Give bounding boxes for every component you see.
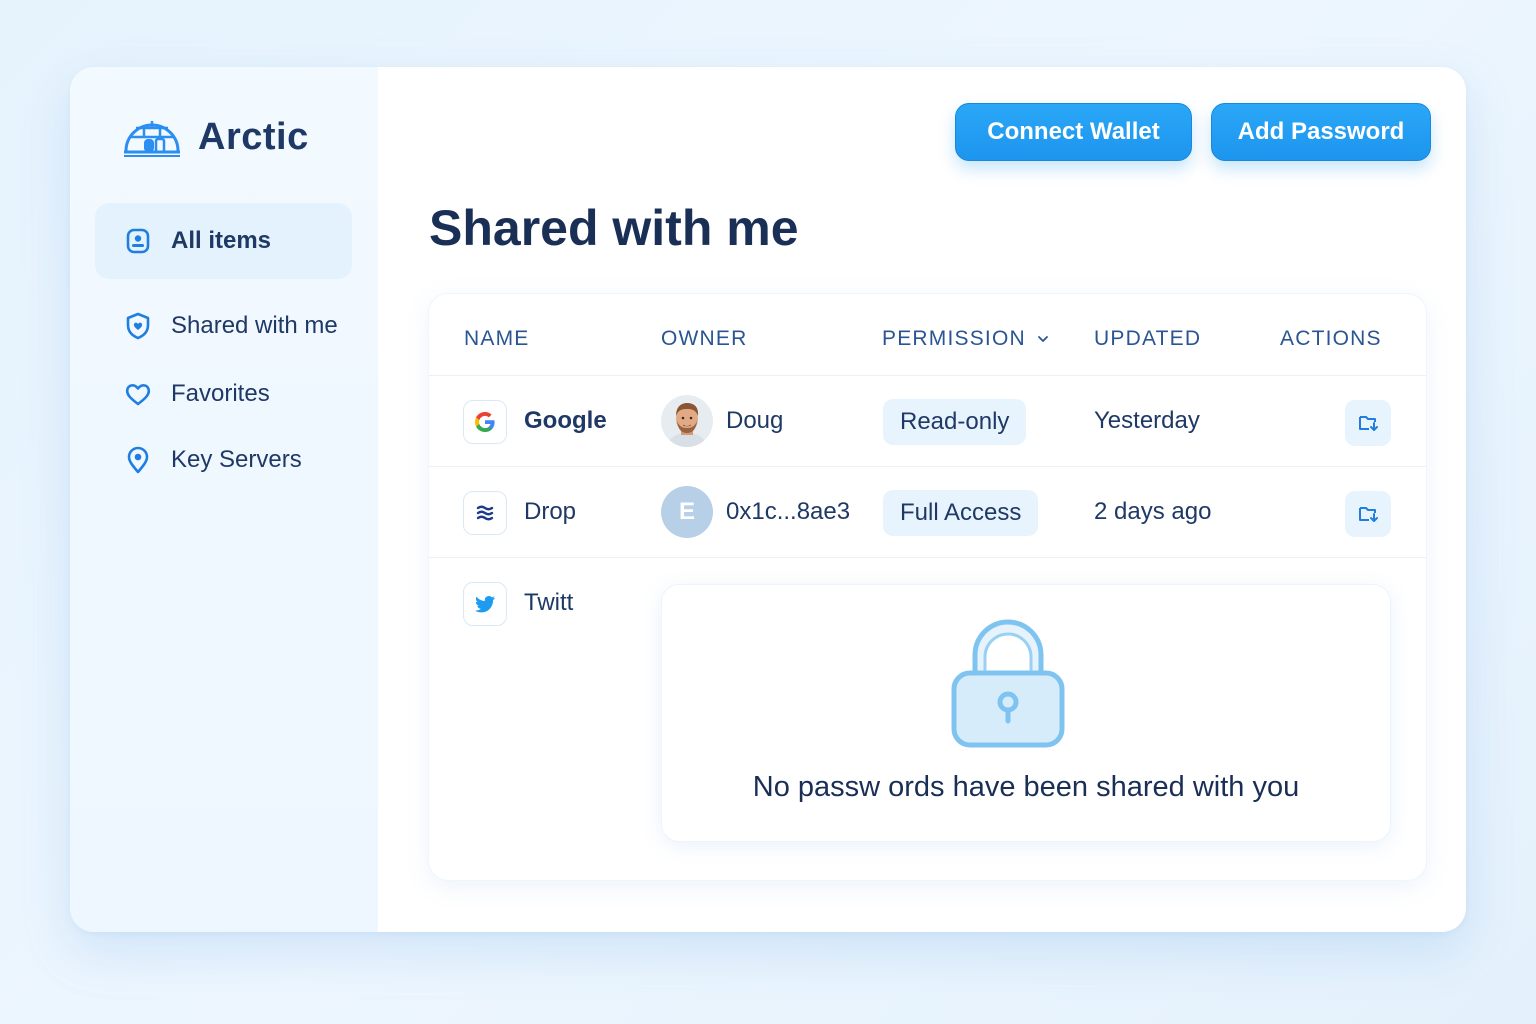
column-header-actions: ACTIONS [1280, 327, 1382, 350]
item-name[interactable]: Drop [524, 498, 576, 526]
folder-share-icon [1359, 507, 1378, 522]
item-name[interactable]: Twitt [524, 589, 573, 617]
twitter-icon [463, 582, 507, 626]
share-action-button[interactable] [1345, 400, 1391, 446]
brand-name: Arctic [198, 115, 309, 158]
owner-name: 0x1c...8ae3 [726, 498, 851, 525]
folder-share-icon [1359, 416, 1378, 431]
sidebar-item-all-items[interactable]: All items [95, 203, 352, 279]
shield-heart-icon [126, 312, 150, 340]
lock-icon [951, 619, 1065, 748]
share-action-button[interactable] [1345, 491, 1391, 537]
avatar: E [661, 486, 713, 538]
igloo-logo-icon [124, 121, 180, 157]
main-content: Connect Wallet Add Password Shared with … [378, 67, 1466, 932]
sidebar-nav: All items Shared with me Favorites Key S… [95, 203, 352, 475]
column-header-name[interactable]: NAME [464, 327, 529, 351]
empty-state-message: No passw ords have been shared with you [752, 771, 1300, 803]
map-pin-icon [127, 446, 149, 474]
empty-state-panel: No passw ords have been shared with you [661, 584, 1391, 842]
heart-icon [125, 384, 151, 406]
shared-items-table: NAME OWNER PERMISSION UPDATED ACTIONS Go… [428, 293, 1427, 881]
table-row[interactable]: Drop E 0x1c...8ae3 Full Access 2 days ag… [429, 467, 1426, 558]
sidebar-item-shared-with-me[interactable]: Shared with me [95, 309, 352, 343]
column-header-permission[interactable]: PERMISSION [882, 327, 1050, 351]
sidebar-item-label: All items [171, 227, 272, 254]
avatar [661, 395, 713, 447]
sidebar-item-favorites[interactable]: Favorites [95, 379, 352, 409]
chevron-down-icon [1037, 336, 1048, 342]
connect-wallet-button[interactable]: Connect Wallet [955, 103, 1192, 161]
page-title: Shared with me [429, 200, 799, 256]
table-header: NAME OWNER PERMISSION UPDATED ACTIONS [429, 294, 1426, 376]
add-password-button[interactable]: Add Password [1211, 103, 1431, 161]
table-row[interactable]: Google Doug Read-only Yesterday [429, 376, 1426, 467]
user-card-icon [126, 228, 150, 254]
column-header-updated[interactable]: UPDATED [1094, 327, 1201, 351]
column-header-owner[interactable]: OWNER [661, 327, 748, 351]
permission-badge: Full Access [883, 490, 1039, 536]
google-icon [463, 400, 507, 444]
owner-name: Doug [726, 407, 784, 434]
sidebar-item-label: Key Servers [171, 446, 302, 473]
brand[interactable]: Arctic [122, 115, 309, 159]
sidebar-item-key-servers[interactable]: Key Servers [95, 445, 352, 475]
drop-icon [463, 491, 507, 535]
item-name[interactable]: Google [524, 407, 607, 435]
sidebar-item-label: Shared with me [171, 312, 338, 339]
sidebar-item-label: Favorites [171, 380, 270, 407]
updated-time: 2 days ago [1094, 498, 1212, 525]
app-window: Arctic All items Shared with me Favorite… [70, 67, 1466, 932]
column-header-permission-label: PERMISSION [882, 327, 1026, 350]
updated-time: Yesterday [1094, 407, 1200, 434]
permission-badge: Read-only [883, 399, 1027, 445]
sidebar: Arctic All items Shared with me Favorite… [70, 67, 378, 932]
